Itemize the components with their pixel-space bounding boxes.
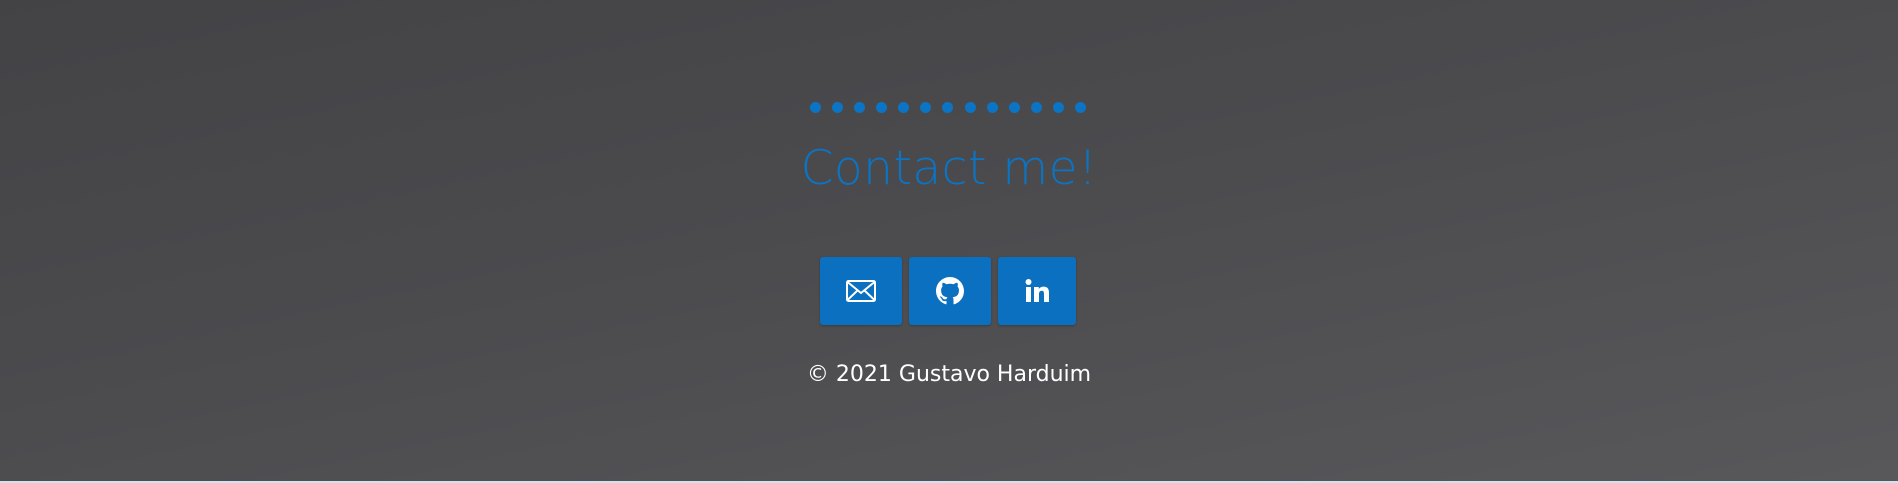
- divider-dot: [1052, 101, 1064, 113]
- divider-dot: [876, 101, 888, 113]
- copyright-text: © 2021 Gustavo Harduim: [806, 362, 1092, 387]
- divider-dot: [854, 101, 866, 113]
- divider-dot: [942, 101, 954, 113]
- divider-dot: [1074, 101, 1086, 113]
- divider-dot: [898, 101, 910, 113]
- social-links: [820, 257, 1076, 325]
- contact-title: Contact me!: [800, 141, 1098, 196]
- linkedin-button[interactable]: [998, 257, 1076, 325]
- github-button[interactable]: [909, 257, 991, 325]
- divider-dot: [920, 101, 932, 113]
- divider-dot: [1030, 101, 1042, 113]
- email-button[interactable]: [820, 257, 902, 325]
- divider-dot: [986, 101, 998, 113]
- divider-dot: [810, 101, 821, 113]
- github-icon: [936, 277, 964, 305]
- divider-dot: [964, 101, 976, 113]
- linkedin-icon: [1024, 278, 1050, 304]
- divider-dot: [832, 101, 844, 113]
- divider-dot: [1008, 101, 1020, 113]
- contact-footer: Contact me! © 2021 Gustavo Harduim: [0, 0, 1898, 481]
- dotted-divider: [810, 100, 1086, 114]
- envelope-icon: [846, 280, 876, 302]
